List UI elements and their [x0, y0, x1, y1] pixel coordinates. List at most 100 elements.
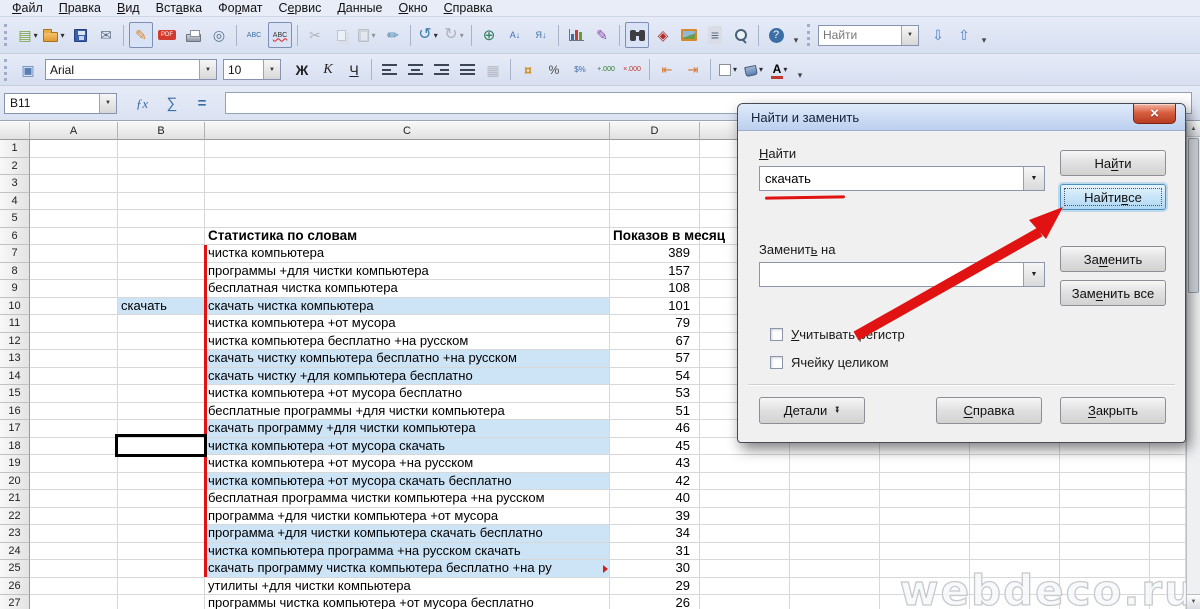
- bold-icon[interactable]: Ж: [290, 57, 314, 83]
- row-header-6[interactable]: 6: [0, 228, 30, 246]
- name-box-dropdown-icon[interactable]: [99, 94, 116, 113]
- row-header-16[interactable]: 16: [0, 403, 30, 421]
- datasources-icon[interactable]: ≡: [703, 22, 727, 48]
- cell-C23[interactable]: программа +для чистки компьютера скачать…: [205, 525, 610, 543]
- navigator-icon[interactable]: ◈: [651, 22, 675, 48]
- cell-A14[interactable]: [30, 368, 118, 386]
- row-header-18[interactable]: 18: [0, 438, 30, 456]
- cell-D19[interactable]: 43: [610, 455, 700, 473]
- cell-D13[interactable]: 57: [610, 350, 700, 368]
- cell-D1[interactable]: [610, 140, 700, 158]
- cell-B27[interactable]: [118, 595, 205, 609]
- cell-A15[interactable]: [30, 385, 118, 403]
- cell-A18[interactable]: [30, 438, 118, 456]
- cell-B9[interactable]: [118, 280, 205, 298]
- hyperlink-icon[interactable]: ⊕: [477, 22, 501, 48]
- replace-combobox[interactable]: [759, 262, 1045, 287]
- cell-D27[interactable]: 26: [610, 595, 700, 609]
- row-header-13[interactable]: 13: [0, 350, 30, 368]
- decrease-indent-icon[interactable]: ⇤: [655, 57, 679, 83]
- styles-window-icon[interactable]: ▣: [16, 57, 40, 83]
- quick-find-dropdown-icon[interactable]: [901, 26, 918, 45]
- row-header-5[interactable]: 5: [0, 210, 30, 228]
- cell-A7[interactable]: [30, 245, 118, 263]
- cell-D10[interactable]: 101: [610, 298, 700, 316]
- close-icon[interactable]: [1133, 104, 1176, 124]
- replace-button[interactable]: Заменить: [1060, 246, 1166, 272]
- cell-A20[interactable]: [30, 473, 118, 491]
- cell-C19[interactable]: чистка компьютера +от мусора +на русском: [205, 455, 610, 473]
- match-case-checkbox[interactable]: Учитывать регистр: [770, 327, 905, 342]
- cell-B14[interactable]: [118, 368, 205, 386]
- standard-overflow-button[interactable]: ▾: [790, 22, 802, 48]
- cell-C10[interactable]: скачать чистка компьютера: [205, 298, 610, 316]
- cell-A6[interactable]: [30, 228, 118, 246]
- cell-A25[interactable]: [30, 560, 118, 578]
- menu-data[interactable]: Данные: [329, 0, 390, 16]
- cell-B21[interactable]: [118, 490, 205, 508]
- increase-indent-icon[interactable]: ⇥: [681, 57, 705, 83]
- new-document-icon[interactable]: ▤: [16, 22, 40, 48]
- cell-D22[interactable]: 39: [610, 508, 700, 526]
- dialog-titlebar[interactable]: Найти и заменить: [738, 104, 1185, 131]
- align-right-icon[interactable]: [429, 57, 453, 83]
- row-header-2[interactable]: 2: [0, 158, 30, 176]
- standard-format-icon[interactable]: $%: [568, 57, 592, 83]
- cell-B12[interactable]: [118, 333, 205, 351]
- merge-cells-icon[interactable]: ▦: [481, 57, 505, 83]
- cell-D11[interactable]: 79: [610, 315, 700, 333]
- menu-window[interactable]: Окно: [391, 0, 436, 16]
- print-preview-icon[interactable]: ◎: [207, 22, 231, 48]
- cell-B13[interactable]: [118, 350, 205, 368]
- zoom-icon[interactable]: [729, 22, 753, 48]
- row-header-1[interactable]: 1: [0, 140, 30, 158]
- menu-tools[interactable]: Сервис: [271, 0, 330, 16]
- cell-C6[interactable]: Статистика по словам: [205, 228, 610, 246]
- cell-B26[interactable]: [118, 578, 205, 596]
- row-header-15[interactable]: 15: [0, 385, 30, 403]
- row-header-9[interactable]: 9: [0, 280, 30, 298]
- font-size-combobox[interactable]: [223, 59, 281, 80]
- row-header-25[interactable]: 25: [0, 560, 30, 578]
- borders-icon[interactable]: [716, 57, 740, 83]
- cell-C2[interactable]: [205, 158, 610, 176]
- cell-D3[interactable]: [610, 175, 700, 193]
- chart-icon[interactable]: [564, 22, 588, 48]
- sort-ascending-icon[interactable]: A↓: [503, 22, 527, 48]
- cell-D21[interactable]: 40: [610, 490, 700, 508]
- cell-D18[interactable]: 45: [610, 438, 700, 456]
- find-combobox-value[interactable]: скачать: [760, 171, 1023, 186]
- cell-C8[interactable]: программы +для чистки компьютера: [205, 263, 610, 281]
- cell-B3[interactable]: [118, 175, 205, 193]
- cell-D8[interactable]: 157: [610, 263, 700, 281]
- cell-C26[interactable]: утилиты +для чистки компьютера: [205, 578, 610, 596]
- find-toolbar-grip[interactable]: [807, 24, 813, 46]
- cell-C15[interactable]: чистка компьютера +от мусора бесплатно: [205, 385, 610, 403]
- cell-reference[interactable]: B11: [5, 96, 99, 110]
- cell-B1[interactable]: [118, 140, 205, 158]
- cell-C24[interactable]: чистка компьютера программа +на русском …: [205, 543, 610, 561]
- row-header-11[interactable]: 11: [0, 315, 30, 333]
- export-pdf-icon[interactable]: PDF: [155, 22, 179, 48]
- scroll-up-icon[interactable]: [1187, 122, 1200, 137]
- cell-D12[interactable]: 67: [610, 333, 700, 351]
- match-case-checkbox-box[interactable]: [770, 328, 783, 341]
- cell-A3[interactable]: [30, 175, 118, 193]
- whole-cell-checkbox-box[interactable]: [770, 356, 783, 369]
- cell-C21[interactable]: бесплатная программа чистки компьютера +…: [205, 490, 610, 508]
- font-name-dropdown-icon[interactable]: [199, 60, 216, 79]
- row-header-7[interactable]: 7: [0, 245, 30, 263]
- row-header-10[interactable]: 10: [0, 298, 30, 316]
- whole-cell-checkbox[interactable]: Ячейку целиком: [770, 355, 889, 370]
- email-icon[interactable]: ✉: [94, 22, 118, 48]
- cell-B20[interactable]: [118, 473, 205, 491]
- cell-D9[interactable]: 108: [610, 280, 700, 298]
- cell-filler-22[interactable]: [700, 508, 1186, 526]
- cell-B10[interactable]: скачать: [118, 298, 205, 316]
- cell-A9[interactable]: [30, 280, 118, 298]
- cell-B24[interactable]: [118, 543, 205, 561]
- replace-all-button[interactable]: Заменить все: [1060, 280, 1166, 306]
- cell-A13[interactable]: [30, 350, 118, 368]
- row-header-27[interactable]: 27: [0, 595, 30, 609]
- close-button[interactable]: Закрыть: [1060, 397, 1166, 424]
